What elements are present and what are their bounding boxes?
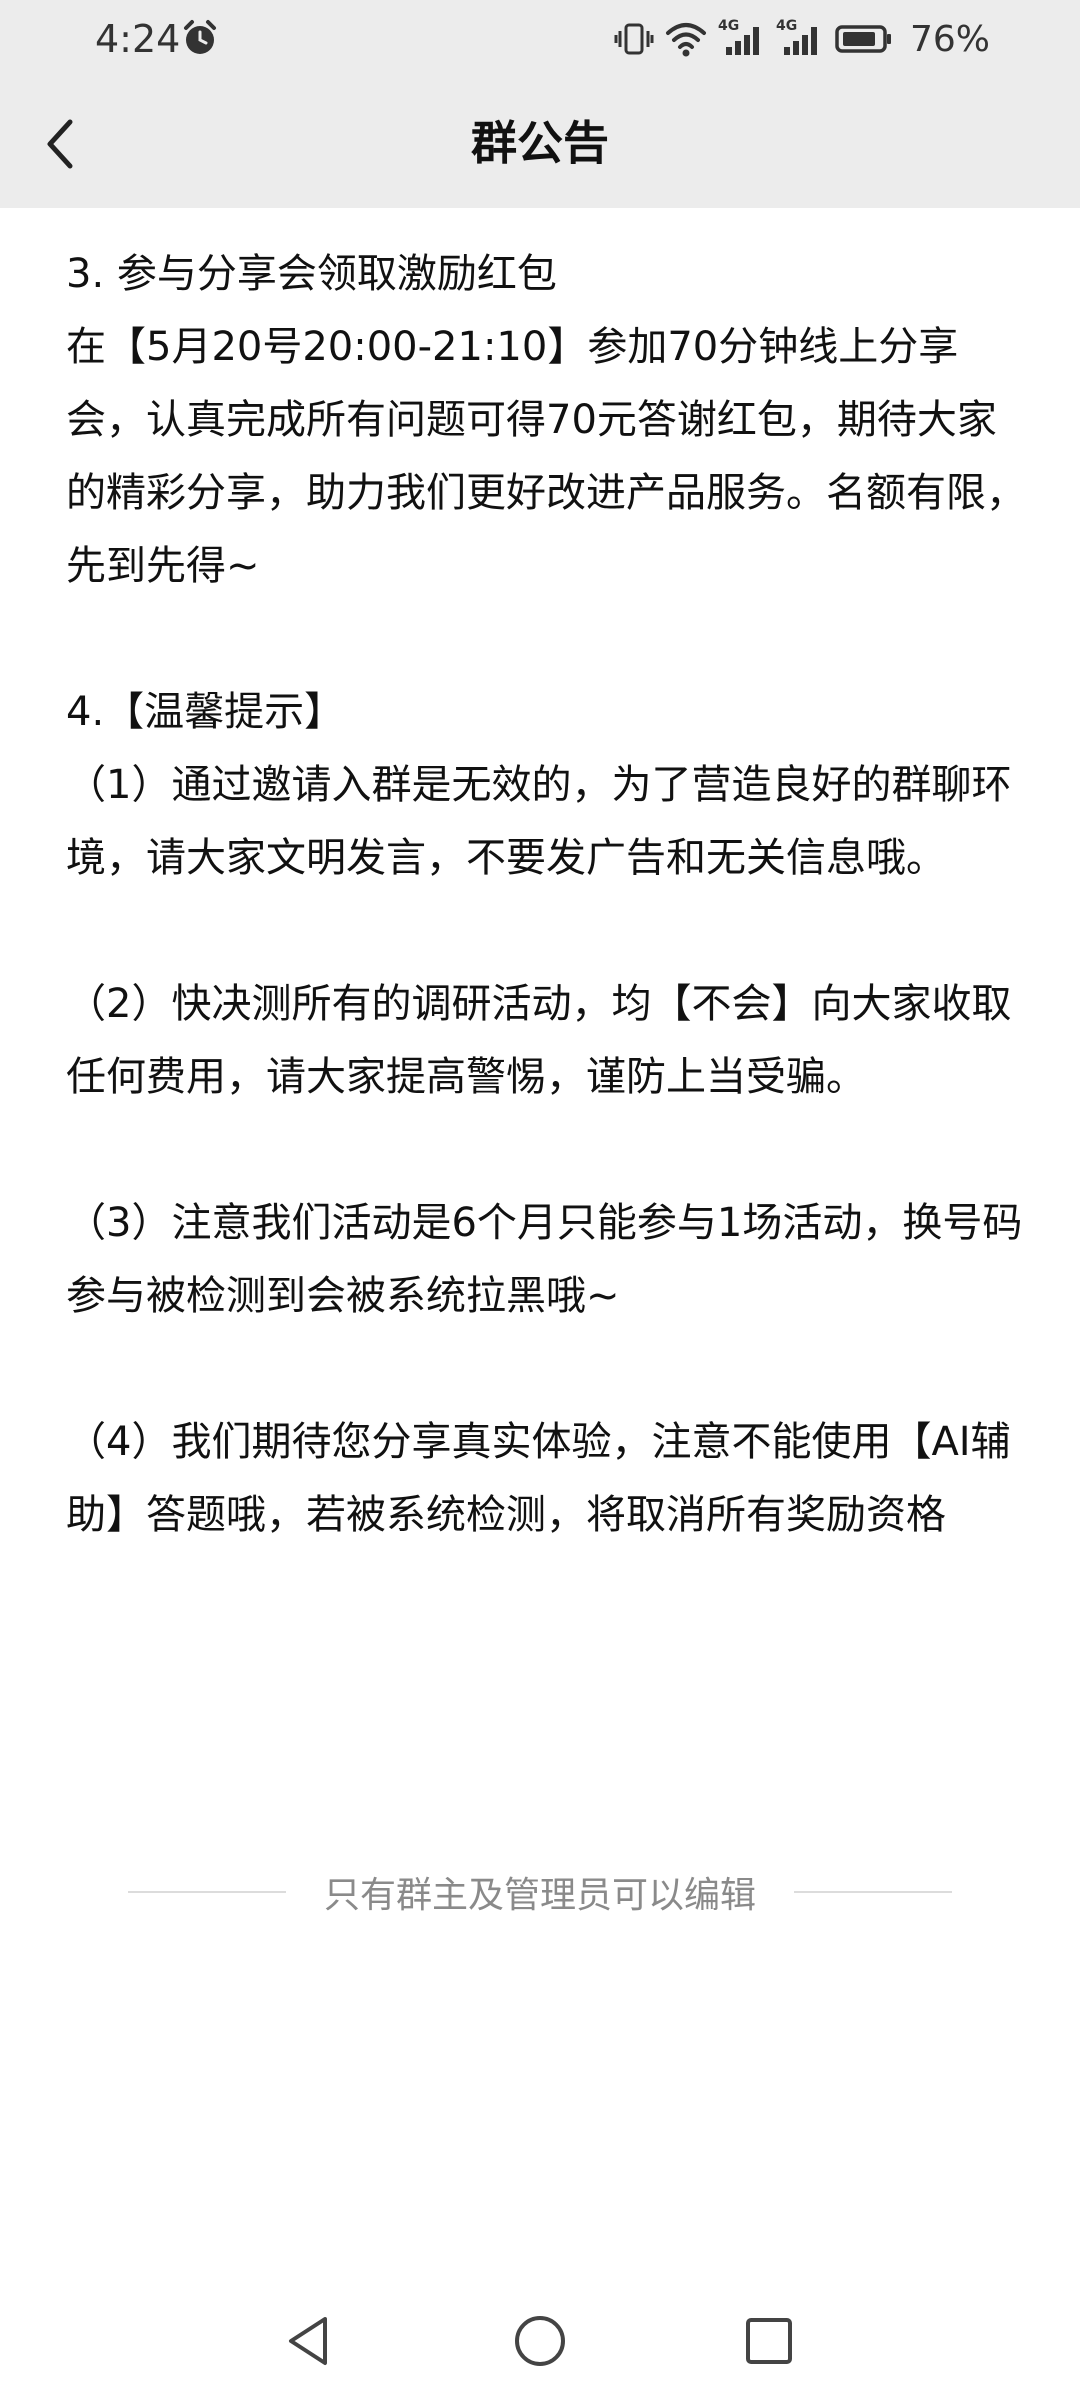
announcement-paragraph-sharing-event: 3. 参与分享会领取激励红包 在【5月20号20:00-21:10】参加70分钟… [66,251,1026,589]
alarm-clock-icon [180,18,220,58]
vibrate-icon [614,19,654,59]
circle-home-icon [515,2316,565,2366]
status-icons: 4G 4G 76% [614,14,990,64]
announcement-body: 3. 参与分享会领取激励红包 在【5月20号20:00-21:10】参加70分钟… [66,238,1026,1552]
battery-icon [834,19,894,59]
announcement-paragraph-tip-1: 4.【温馨提示】 （1）通过邀请入群是无效的，为了营造良好的群聊环境，请大家文明… [66,689,1012,881]
triangle-back-icon [289,2317,327,2365]
nav-home-button[interactable] [505,2306,575,2376]
divider-right [794,1891,953,1893]
announcement-paragraph-tip-4: （4）我们期待您分享真实体验，注意不能使用【AI辅助】答题哦，若被系统检测，将取… [66,1419,1011,1538]
battery-percentage: 76% [909,18,990,60]
announcement-paragraph-tip-2: （2）快决测所有的调研活动，均【不会】向大家收取任何费用，请大家提高警惕，谨防上… [66,981,1012,1100]
system-nav-bar [0,2280,1080,2400]
wifi-icon [664,19,708,59]
nav-back-button[interactable] [274,2306,344,2376]
edit-permission-text: 只有群主及管理员可以编辑 [324,1875,757,1916]
square-recents-icon [746,2318,792,2364]
page-title: 群公告 [471,116,609,170]
cellular-signal-1-icon: 4G [718,19,766,59]
announcement-paragraph-tip-3: （3）注意我们活动是6个月只能参与1场活动，换号码参与被检测到会被系统拉黑哦~ [66,1200,1023,1319]
divider-left [128,1891,286,1893]
title-bar: 群公告 [0,80,1080,208]
cellular-signal-2-icon: 4G [776,19,824,59]
status-time: 4:24 [95,17,181,61]
edit-permission-note: 只有群主及管理员可以编辑 [128,1862,953,1922]
nav-recents-button[interactable] [734,2306,804,2376]
status-bar: 4:24 4G 4G 76% [0,0,1080,80]
